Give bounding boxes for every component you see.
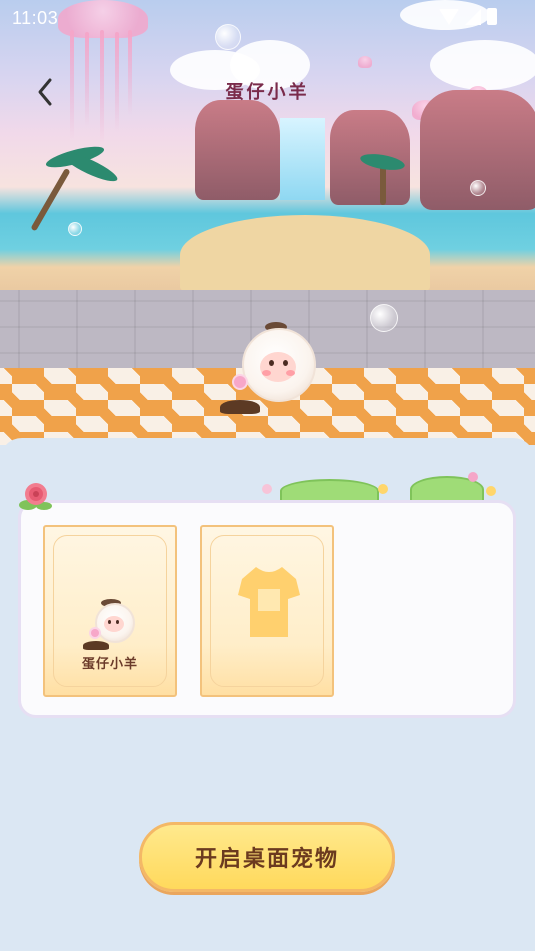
flower-decoration	[486, 486, 496, 496]
waterfall	[280, 118, 325, 200]
tshirt-icon	[238, 567, 300, 637]
battery-icon	[487, 8, 497, 25]
sand-path	[180, 215, 430, 295]
bubble	[215, 24, 241, 50]
palm-tree	[30, 167, 71, 232]
signal-icon	[465, 8, 481, 25]
bubble	[470, 180, 486, 196]
flower-decoration	[378, 484, 388, 494]
bubble	[68, 222, 82, 236]
status-icons	[439, 8, 497, 25]
rose-icon	[19, 483, 52, 510]
flower-decoration	[468, 472, 478, 482]
bubble	[370, 304, 398, 332]
jellyfish	[358, 56, 372, 68]
page-title: 蛋仔小羊	[225, 82, 310, 103]
flower-decoration	[262, 484, 272, 494]
palm-tree	[380, 165, 386, 205]
status-time: 11:03	[12, 8, 59, 28]
wifi-icon	[439, 8, 459, 25]
pet-scene-background: 11:03 蛋仔小羊	[0, 0, 535, 445]
pet-character[interactable]	[220, 318, 330, 418]
outfit-item-card[interactable]	[200, 525, 334, 697]
pet-sheep-icon	[83, 599, 141, 653]
enable-desktop-pet-label: 开启桌面宠物	[194, 847, 339, 872]
cliff	[195, 100, 280, 200]
enable-desktop-pet-button[interactable]: 开启桌面宠物	[139, 822, 395, 892]
pet-item-card[interactable]: 蛋仔小羊	[43, 525, 177, 697]
pet-item-label: 蛋仔小羊	[81, 657, 138, 672]
